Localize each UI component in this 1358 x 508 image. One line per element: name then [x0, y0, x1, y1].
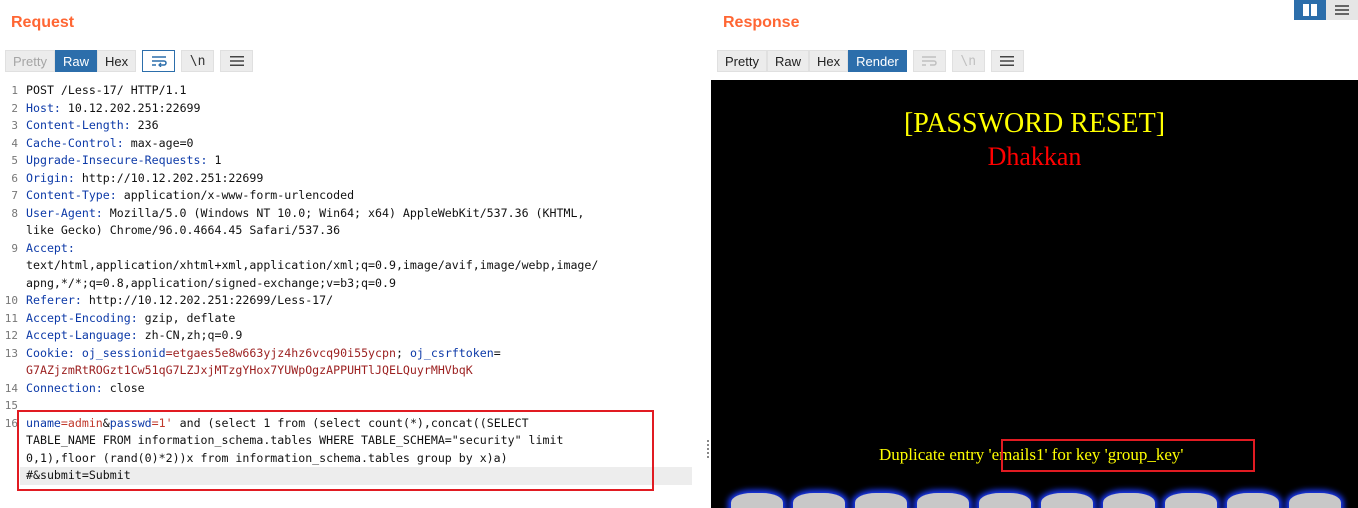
split-rows-icon[interactable] — [1326, 0, 1358, 20]
response-tab-render[interactable]: Render — [848, 50, 907, 72]
render-banner-image — [731, 493, 1351, 508]
menu-icon[interactable] — [220, 50, 254, 72]
banner-glyph — [917, 493, 969, 508]
request-tab-raw[interactable]: Raw — [54, 50, 97, 72]
render-subheading: Dhakkan — [987, 142, 1082, 171]
request-title: Request — [11, 14, 75, 31]
wrap-icon[interactable] — [142, 50, 176, 72]
request-toolbar: Pretty Raw Hex \n — [5, 50, 254, 72]
response-render-view: [PASSWORD RESET] Dhakkan Duplicate entry… — [711, 80, 1358, 508]
split-columns-icon[interactable] — [1294, 0, 1326, 20]
banner-glyph — [855, 493, 907, 508]
error-prefix: Duplicate entry — [879, 445, 989, 464]
divider-grip-icon[interactable] — [707, 440, 709, 458]
render-heading: [PASSWORD RESET] — [903, 108, 1166, 139]
banner-glyph — [1041, 493, 1093, 508]
payload-highlight-box — [17, 410, 654, 491]
request-tab-hex[interactable]: Hex — [96, 50, 137, 72]
wrap-icon — [912, 50, 946, 72]
response-toolbar: Pretty Raw Hex Render \n — [717, 50, 1024, 72]
error-highlight-box — [1001, 439, 1255, 472]
banner-glyph — [1227, 493, 1279, 508]
response-tab-raw[interactable]: Raw — [766, 50, 809, 72]
request-tab-pretty[interactable]: Pretty — [5, 50, 55, 72]
response-tab-hex[interactable]: Hex — [808, 50, 849, 72]
layout-toggle — [1294, 0, 1358, 20]
response-tab-pretty[interactable]: Pretty — [717, 50, 767, 72]
banner-glyph — [793, 493, 845, 508]
menu-icon[interactable] — [990, 50, 1024, 72]
banner-glyph — [1289, 493, 1341, 508]
newline-icon: \n — [951, 50, 985, 72]
newline-icon[interactable]: \n — [181, 50, 215, 72]
banner-glyph — [1103, 493, 1155, 508]
pane-divider[interactable] — [703, 0, 711, 508]
banner-glyph — [979, 493, 1031, 508]
response-title: Response — [723, 14, 800, 31]
request-editor[interactable]: 1 POST /Less-17/ HTTP/1.1 2 Host: 10.12.20… — [0, 80, 703, 508]
banner-glyph — [1165, 493, 1217, 508]
banner-glyph — [731, 493, 783, 508]
